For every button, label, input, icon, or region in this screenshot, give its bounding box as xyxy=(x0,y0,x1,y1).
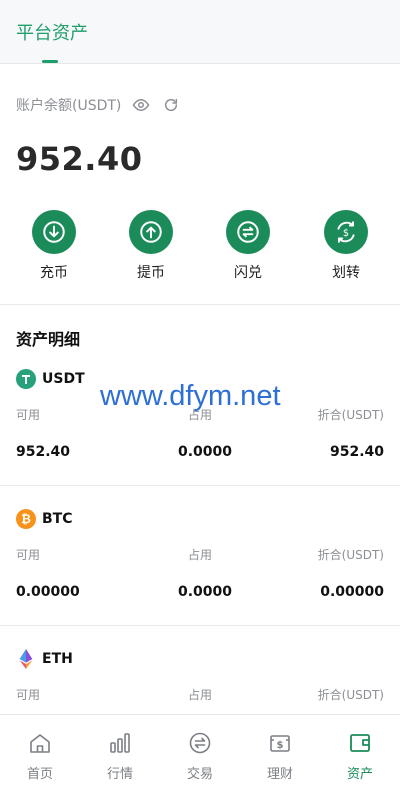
svg-text:$: $ xyxy=(277,740,284,751)
occupied-value: 0.0000 xyxy=(178,444,233,460)
tab-market[interactable]: 行情 xyxy=(80,731,160,782)
market-chart-icon xyxy=(108,731,132,759)
quick-actions: 充币 提币 闪兑 $ 划转 xyxy=(0,210,400,290)
wallet-icon xyxy=(348,731,372,759)
deposit-button[interactable]: 充币 xyxy=(14,210,94,290)
eth-coin-icon xyxy=(16,649,36,669)
tab-label: 交易 xyxy=(186,767,213,782)
converted-label: 折合(USDT) xyxy=(317,688,384,702)
usdt-coin-icon xyxy=(16,369,36,389)
tab-label: 理财 xyxy=(266,767,293,782)
available-label: 可用 xyxy=(16,548,41,562)
flash-exchange-label: 闪兑 xyxy=(234,265,262,281)
tab-label: 首页 xyxy=(26,767,53,782)
withdraw-icon xyxy=(129,210,173,254)
converted-value: 952.40 xyxy=(329,444,384,460)
asset-name: ETH xyxy=(42,651,73,667)
section-divider xyxy=(0,304,400,305)
transfer-icon: $ xyxy=(324,210,368,254)
tab-platform-assets[interactable]: 平台资产 xyxy=(16,19,88,45)
refresh-icon[interactable] xyxy=(161,95,181,115)
asset-header: USDT xyxy=(16,368,85,390)
bottom-tab-bar: 首页 行情 交易 $ 理财 资产 xyxy=(0,714,400,800)
svg-text:$: $ xyxy=(343,228,349,239)
tab-label: 资产 xyxy=(346,767,373,782)
converted-label: 折合(USDT) xyxy=(317,408,384,422)
tab-label: 行情 xyxy=(106,767,133,782)
balance-label: 账户余额(USDT) xyxy=(16,98,122,114)
tab-assets[interactable]: 资产 xyxy=(320,731,400,782)
top-header: 平台资产 xyxy=(0,0,400,64)
tab-home[interactable]: 首页 xyxy=(0,731,80,782)
deposit-label: 充币 xyxy=(40,265,68,281)
transfer-label: 划转 xyxy=(332,265,360,281)
home-icon xyxy=(28,731,52,759)
asset-row-eth[interactable]: ETH 可用 占用 折合(USDT) xyxy=(0,648,400,714)
asset-name: USDT xyxy=(42,371,85,387)
withdraw-button[interactable]: 提币 xyxy=(111,210,191,290)
flash-exchange-icon xyxy=(226,210,270,254)
finance-icon: $ xyxy=(268,731,292,759)
asset-header: ETH xyxy=(16,648,73,670)
available-value: 952.40 xyxy=(16,444,71,460)
row-divider xyxy=(0,485,400,486)
balance-label-row: 账户余额(USDT) xyxy=(16,94,181,116)
transfer-button[interactable]: $ 划转 xyxy=(306,210,386,290)
balance-value: 952.40 xyxy=(16,140,143,178)
occupied-value: 0.0000 xyxy=(178,584,233,600)
active-tab-indicator xyxy=(42,60,58,63)
row-divider xyxy=(0,625,400,626)
occupied-label: 占用 xyxy=(187,688,212,702)
withdraw-label: 提币 xyxy=(137,265,165,281)
asset-row-btc[interactable]: ₿ BTC 可用 占用 折合(USDT) 0.00000 0.0000 0.00… xyxy=(0,508,400,648)
eye-icon[interactable] xyxy=(131,95,151,115)
available-value: 0.00000 xyxy=(16,584,80,600)
tab-trade[interactable]: 交易 xyxy=(160,731,240,782)
watermark-text: www.dfym.net xyxy=(100,380,281,412)
occupied-label: 占用 xyxy=(187,548,212,562)
available-label: 可用 xyxy=(16,408,41,422)
tab-finance[interactable]: $ 理财 xyxy=(240,731,320,782)
btc-coin-icon: ₿ xyxy=(16,509,36,529)
deposit-icon xyxy=(32,210,76,254)
converted-label: 折合(USDT) xyxy=(317,548,384,562)
asset-name: BTC xyxy=(42,511,73,527)
available-label: 可用 xyxy=(16,688,41,702)
converted-value: 0.00000 xyxy=(320,584,384,600)
trade-icon xyxy=(188,731,212,759)
asset-header: ₿ BTC xyxy=(16,508,73,530)
asset-details-title: 资产明细 xyxy=(16,330,81,349)
flash-exchange-button[interactable]: 闪兑 xyxy=(208,210,288,290)
